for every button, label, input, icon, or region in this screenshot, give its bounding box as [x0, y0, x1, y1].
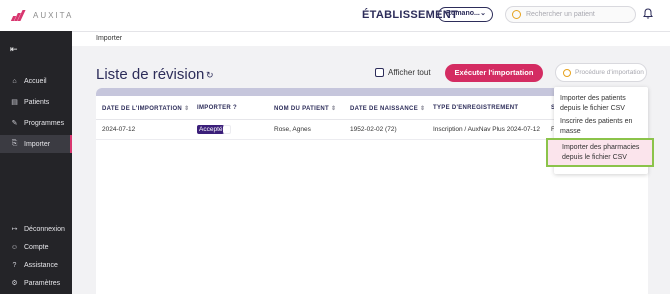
settings-icon: ⚙: [11, 280, 18, 287]
programs-icon: ✎: [11, 120, 18, 127]
cell-import-date: 2024-07-12: [102, 126, 136, 133]
dropdown-item-import-patients-csv[interactable]: Importer des patients depuis le fichier …: [560, 94, 646, 113]
sidebar-item-label: Importer: [24, 140, 51, 148]
column-header-import-date[interactable]: DATE DE L'IMPORTATION ⇕: [102, 105, 189, 112]
import-procedure-dropdown: Importer des patients depuis le fichier …: [546, 87, 654, 174]
search-icon: [512, 10, 521, 19]
sidebar-item-assistance[interactable]: ? Assistance: [0, 256, 72, 274]
sort-icon: ⇕: [420, 106, 426, 112]
help-icon: ?: [12, 261, 17, 269]
sidebar-item-label: Déconnexion: [24, 225, 65, 233]
cell-record-type: Inscription / AuxNav Plus 2024-07-12: [433, 126, 540, 133]
breadcrumb-item[interactable]: Importer: [96, 35, 122, 42]
sort-icon: ⇕: [330, 106, 337, 112]
cell-patient-name: Rose, Agnes: [274, 126, 311, 133]
sidebar-item-label: Programmes: [24, 119, 65, 127]
top-bar: AUXITA ÉTABLISSEMENT Romano... ⌄ Recherc…: [0, 0, 670, 31]
sidebar-item-label: Compte: [24, 243, 49, 251]
sidebar-item-compte[interactable]: ☺ Compte: [0, 238, 72, 256]
import-toggle[interactable]: Accepté: [197, 125, 231, 134]
import-procedure-placeholder: Procédure d'importation: [575, 69, 644, 76]
sidebar-item-label: Accueil: [24, 77, 47, 85]
sidebar-item-label: Assistance: [24, 261, 58, 269]
accepted-badge: Accepté: [197, 125, 224, 134]
sidebar-item-patients[interactable]: ▤ Patients: [0, 93, 72, 111]
sidebar-item-parametres[interactable]: ⚙ Paramètres: [0, 274, 72, 292]
import-icon: ⎘: [11, 140, 18, 147]
breadcrumb: Importer: [72, 31, 670, 46]
patients-icon: ▤: [11, 99, 18, 106]
chevron-down-icon: ⌄: [480, 10, 486, 17]
toggle-knob: [223, 126, 230, 133]
dropdown-item-bulk-enroll[interactable]: Inscrire des patients en masse: [560, 117, 646, 136]
search-icon: [563, 68, 571, 77]
patient-search-input[interactable]: Rechercher un patient: [505, 6, 636, 23]
bell-icon[interactable]: [643, 8, 653, 19]
show-all-label[interactable]: Afficher tout: [388, 68, 431, 77]
sidebar-item-accueil[interactable]: ⌂ Accueil: [0, 72, 72, 90]
sidebar: ⇤ ⌂ Accueil ▤ Patients ✎ Programmes ⎘ Im…: [0, 31, 72, 294]
sidebar-item-label: Patients: [24, 98, 50, 106]
sidebar-item-label: Paramètres: [24, 279, 61, 287]
dropdown-item-import-pharmacies-csv[interactable]: Importer des pharmacies depuis le fichie…: [546, 138, 654, 167]
sort-icon: ⇕: [184, 106, 190, 112]
logout-icon: ↦: [11, 226, 18, 233]
brand-logo[interactable]: AUXITA: [10, 9, 74, 21]
patient-search-placeholder: Rechercher un patient: [526, 10, 595, 18]
logo-icon: [10, 9, 27, 21]
show-all-checkbox[interactable]: [375, 68, 384, 77]
import-procedure-input[interactable]: Procédure d'importation: [555, 63, 647, 82]
page-title: Liste de révision: [96, 66, 205, 83]
account-icon: ☺: [10, 243, 19, 251]
collapse-menu-icon[interactable]: ⇤: [10, 44, 18, 55]
column-header-patient-name[interactable]: NOM DU PATIENT ⇕: [274, 105, 336, 112]
brand-name: AUXITA: [33, 10, 74, 20]
sidebar-item-programmes[interactable]: ✎ Programmes: [0, 114, 72, 132]
execute-import-button[interactable]: Exécuter l'importation: [445, 64, 543, 82]
column-header-record-type: TYPE D'ENREGISTREMENT: [433, 105, 519, 111]
sidebar-item-importer[interactable]: ⎘ Importer: [0, 135, 72, 153]
cell-birth-date: 1952-02-02 (72): [350, 126, 397, 133]
column-header-import: IMPORTER ?: [197, 105, 237, 111]
refresh-icon[interactable]: ↻: [206, 70, 214, 81]
column-header-birth-date[interactable]: DATE DE NAISSANCE ⇕: [350, 105, 425, 112]
user-select[interactable]: Romano... ⌄: [438, 7, 493, 22]
user-select-value: Romano...: [446, 10, 480, 17]
home-icon: ⌂: [12, 77, 17, 85]
sidebar-item-deconnexion[interactable]: ↦ Déconnexion: [0, 220, 72, 238]
